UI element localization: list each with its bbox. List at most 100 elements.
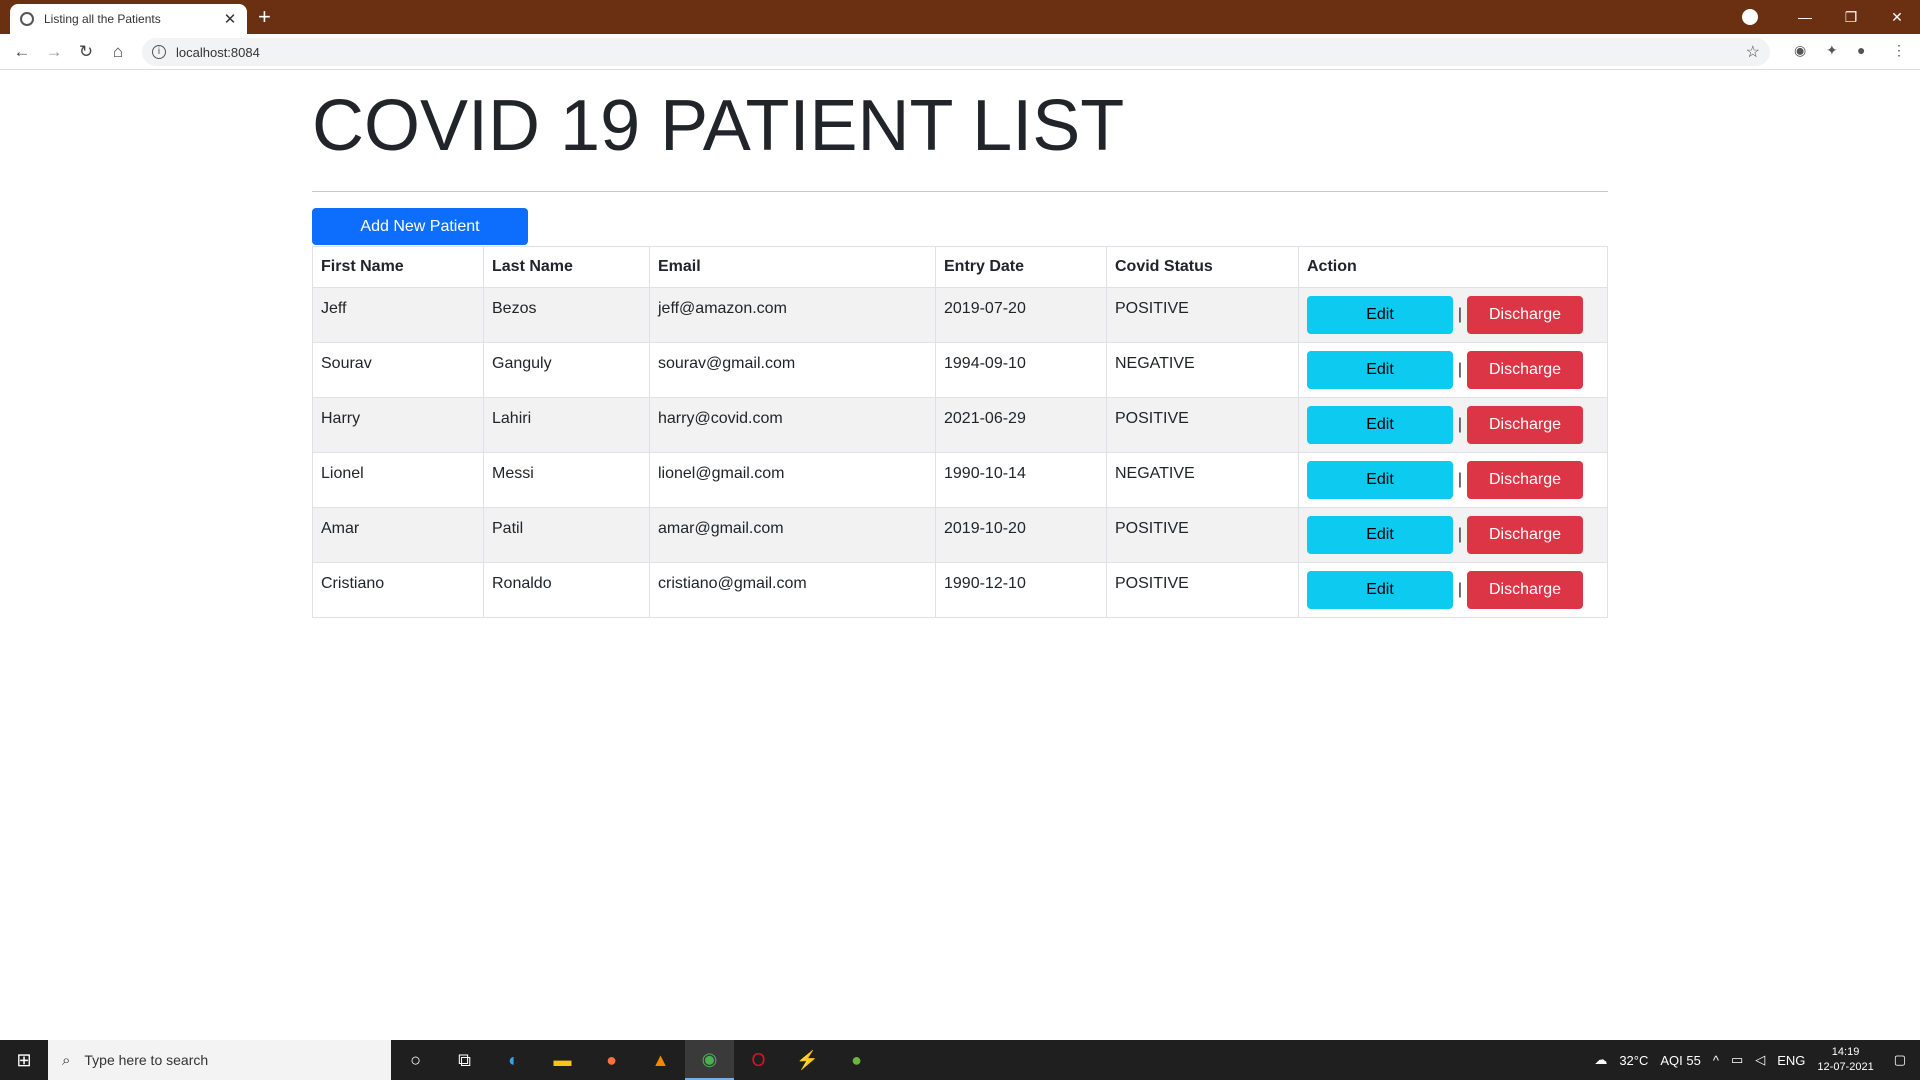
extensions-puzzle-icon[interactable]: ✦ — [1826, 42, 1838, 59]
email-cell: amar@gmail.com — [649, 507, 936, 563]
edit-button[interactable]: Edit — [1307, 516, 1453, 554]
cortana-icon[interactable]: ○ — [391, 1040, 440, 1080]
table-row: Cristiano Ronaldo cristiano@gmail.com 1990-… — [312, 562, 1608, 618]
discharge-button[interactable]: Discharge — [1467, 571, 1583, 609]
email-cell: sourav@gmail.com — [649, 342, 936, 398]
last-name-cell: Ronaldo — [483, 562, 650, 618]
bookmark-star-icon[interactable]: ☆ — [1746, 42, 1760, 62]
menu-dots-icon[interactable]: ⋮ — [1892, 42, 1906, 59]
reload-icon[interactable]: ↻ — [70, 42, 102, 62]
notifications-icon[interactable]: ▢ — [1894, 1052, 1906, 1068]
separator: | — [1457, 526, 1463, 543]
home-icon[interactable]: ⌂ — [102, 42, 134, 62]
network-icon[interactable]: ▭ — [1731, 1052, 1743, 1068]
edit-button[interactable]: Edit — [1307, 351, 1453, 389]
action-cell: Edit | Discharge — [1298, 452, 1608, 508]
divider — [312, 191, 1608, 192]
volume-icon[interactable]: ◁ — [1755, 1052, 1765, 1068]
tab-bar: Listing all the Patients ✕ + — ❐ ✕ — [0, 0, 1920, 34]
weather-icon[interactable]: ☁ — [1594, 1052, 1607, 1068]
close-window-button[interactable]: ✕ — [1874, 9, 1920, 26]
separator: | — [1457, 471, 1463, 488]
entry-date-cell: 2019-10-20 — [935, 507, 1107, 563]
action-cell: Edit | Discharge — [1298, 287, 1608, 343]
opera-icon[interactable]: O — [734, 1040, 783, 1080]
page-title: COVID 19 PATIENT LIST — [312, 86, 1125, 166]
file-explorer-icon[interactable]: ▬ — [538, 1040, 587, 1080]
clock[interactable]: 14:19 12-07-2021 — [1817, 1045, 1873, 1075]
discharge-button[interactable]: Discharge — [1467, 351, 1583, 389]
address-bar[interactable]: i localhost:8084 ☆ — [142, 38, 1770, 66]
search-placeholder: Type here to search — [84, 1052, 209, 1068]
action-cell: Edit | Discharge — [1298, 562, 1608, 618]
spring-tool-icon[interactable]: ● — [832, 1040, 881, 1080]
language-indicator[interactable]: ENG — [1777, 1053, 1805, 1068]
discharge-button[interactable]: Discharge — [1467, 406, 1583, 444]
weather-temp[interactable]: 32°C — [1619, 1053, 1648, 1068]
taskbar: ⊞ ⌕ Type here to search ○ ⧉ ◐ ▬ ● ▲ ◉ O … — [0, 1040, 1920, 1080]
taskbar-search[interactable]: ⌕ Type here to search — [48, 1040, 391, 1080]
discharge-button[interactable]: Discharge — [1467, 516, 1583, 554]
globe-icon — [20, 12, 34, 26]
email-cell: cristiano@gmail.com — [649, 562, 936, 618]
edge-icon[interactable]: ◐ — [489, 1040, 538, 1080]
first-name-cell: Lionel — [312, 452, 484, 508]
last-name-cell: Messi — [483, 452, 650, 508]
task-view-icon[interactable]: ⧉ — [440, 1040, 489, 1080]
windows-start-icon[interactable]: ⊞ — [0, 1040, 48, 1080]
covid-status-cell: NEGATIVE — [1106, 452, 1299, 508]
covid-status-cell: POSITIVE — [1106, 562, 1299, 618]
email-cell: lionel@gmail.com — [649, 452, 936, 508]
restore-button[interactable]: ❐ — [1828, 9, 1874, 26]
column-header: Covid Status — [1106, 246, 1299, 288]
covid-status-cell: NEGATIVE — [1106, 342, 1299, 398]
window-controls: — ❐ ✕ — [1742, 0, 1920, 34]
covid-status-cell: POSITIVE — [1106, 287, 1299, 343]
clock-time: 14:19 — [1831, 1046, 1860, 1058]
discharge-button[interactable]: Discharge — [1467, 296, 1583, 334]
chrome-icon[interactable]: ◉ — [685, 1040, 734, 1080]
table-row: Amar Patil amar@gmail.com 2019-10-20 POSITIV… — [312, 507, 1608, 563]
edit-button[interactable]: Edit — [1307, 461, 1453, 499]
browser-tab[interactable]: Listing all the Patients ✕ — [10, 4, 247, 34]
action-cell: Edit | Discharge — [1298, 507, 1608, 563]
covid-status-cell: POSITIVE — [1106, 397, 1299, 453]
aqi-text[interactable]: AQI 55 — [1660, 1053, 1700, 1068]
edit-button[interactable]: Edit — [1307, 571, 1453, 609]
tab-title: Listing all the Patients — [44, 12, 161, 26]
last-name-cell: Ganguly — [483, 342, 650, 398]
column-header: Last Name — [483, 246, 650, 288]
action-cell: Edit | Discharge — [1298, 397, 1608, 453]
tray-chevron-icon[interactable]: ^ — [1713, 1053, 1719, 1068]
browser-toolbar: ← → ↻ ⌂ i localhost:8084 ☆ ◉ ✦ ● ⋮ — [0, 34, 1920, 70]
avatar-icon[interactable]: ● — [1857, 42, 1865, 58]
entry-date-cell: 1990-10-14 — [935, 452, 1107, 508]
add-new-patient-button[interactable]: Add New Patient — [312, 208, 528, 245]
info-icon[interactable]: i — [152, 45, 166, 59]
column-header: Action — [1298, 246, 1608, 288]
url-text[interactable]: localhost:8084 — [176, 45, 260, 60]
first-name-cell: Amar — [312, 507, 484, 563]
forward-icon[interactable]: → — [38, 42, 70, 62]
table-row: Sourav Ganguly sourav@gmail.com 1994-09-10 N… — [312, 342, 1608, 398]
table-header-row: First Name Last Name Email Entry Date Co… — [312, 246, 1608, 288]
new-tab-button[interactable]: + — [258, 5, 271, 29]
vlc-icon[interactable]: ▲ — [636, 1040, 685, 1080]
patients-table: First Name Last Name Email Entry Date Co… — [312, 246, 1608, 618]
firefox-icon[interactable]: ● — [587, 1040, 636, 1080]
adblock-extension-icon[interactable]: ◉ — [1794, 42, 1806, 59]
edit-button[interactable]: Edit — [1307, 296, 1453, 334]
table-row: Harry Lahiri harry@covid.com 2021-06-29 POSI… — [312, 397, 1608, 453]
first-name-cell: Sourav — [312, 342, 484, 398]
action-cell: Edit | Discharge — [1298, 342, 1608, 398]
discharge-button[interactable]: Discharge — [1467, 461, 1583, 499]
close-tab-icon[interactable]: ✕ — [223, 10, 237, 28]
minimize-button[interactable]: — — [1782, 9, 1828, 25]
profile-icon[interactable] — [1742, 9, 1758, 25]
separator: | — [1457, 581, 1463, 598]
last-name-cell: Patil — [483, 507, 650, 563]
entry-date-cell: 2021-06-29 — [935, 397, 1107, 453]
edit-button[interactable]: Edit — [1307, 406, 1453, 444]
back-icon[interactable]: ← — [6, 42, 38, 62]
lightning-app-icon[interactable]: ⚡ — [783, 1040, 832, 1080]
